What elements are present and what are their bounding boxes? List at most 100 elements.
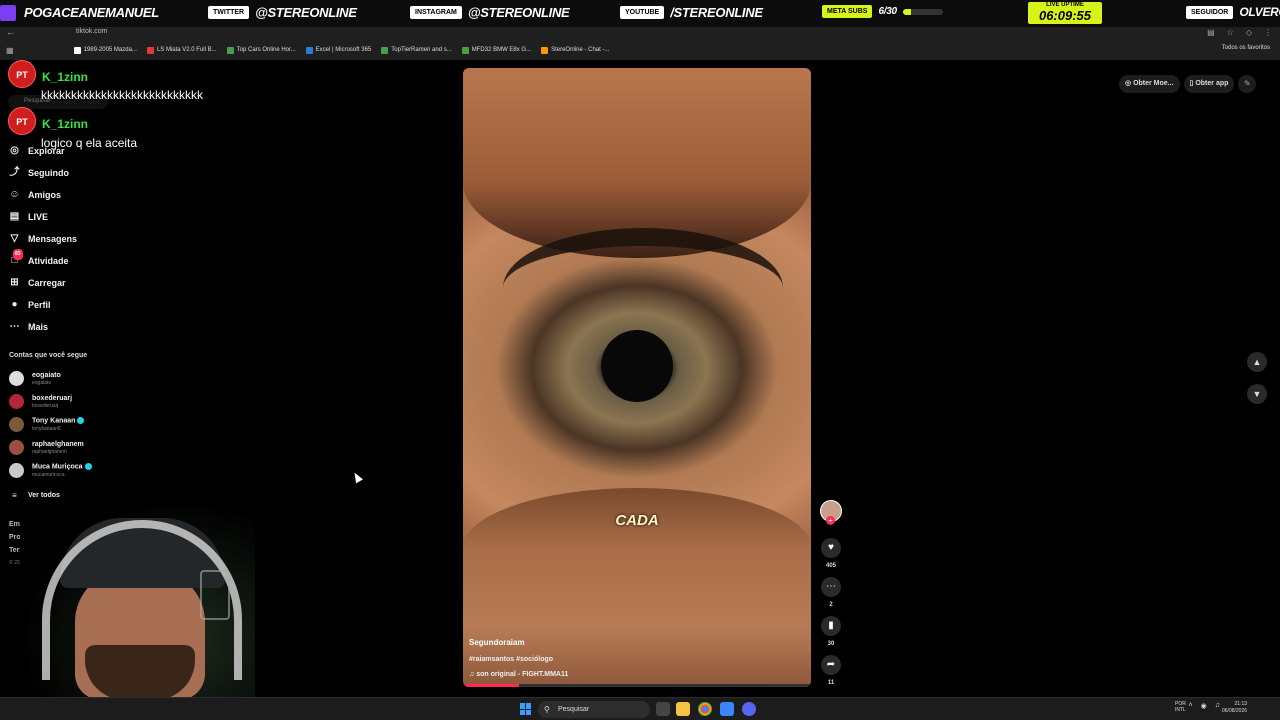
music-label: son original - FIGHT.MMA11	[476, 671, 569, 678]
nav-seguindo[interactable]: ⤴ Seguindo	[9, 167, 70, 178]
chevron-up-icon[interactable]: ˄	[1189, 702, 1193, 710]
heart-icon: ♥	[828, 542, 834, 553]
bookmark-item[interactable]: TopTierRamen and s...	[381, 46, 452, 54]
top-right-controls: ◎ Obter Moe... ▯ Obter app ✎	[1119, 75, 1257, 93]
video-caption: CADA	[615, 512, 659, 529]
share-button[interactable]: ➦	[821, 655, 841, 675]
youtube-tag: YOUTUBE	[620, 6, 665, 19]
nav-perfil[interactable]: ● Perfil	[9, 299, 51, 310]
task-view-icon[interactable]	[656, 702, 670, 716]
nav-mensagens[interactable]: ▽ Mensagens	[9, 233, 77, 244]
bookmark-label: 1989-2005 Mazda...	[83, 47, 137, 53]
comment-button[interactable]: ⋯	[821, 577, 841, 597]
upload-icon: ⊞	[10, 277, 19, 288]
get-coins-button[interactable]: ◎ Obter Moe...	[1119, 75, 1180, 93]
save-button[interactable]: ▮	[821, 616, 841, 636]
network-icon[interactable]: ◉	[1201, 702, 1207, 710]
video-frame-pupil	[601, 330, 673, 402]
video-author[interactable]: Segundoraiam	[469, 638, 525, 647]
chat-user-badge: PT	[8, 60, 36, 88]
file-explorer-icon[interactable]	[676, 702, 690, 716]
taskbar-clock[interactable]: 21:13 06/08/2026	[1222, 701, 1247, 715]
chevron-down-icon: ▼	[1252, 389, 1262, 399]
follow-plus-icon[interactable]: +	[826, 516, 835, 525]
previous-video-button[interactable]: ▲	[1247, 352, 1267, 372]
volume-icon[interactable]: ♫	[1215, 702, 1220, 710]
nav-atividade[interactable]: □ 83 Atividade	[9, 249, 69, 266]
bookmark-item[interactable]: StereOnline - Chat -...	[541, 46, 609, 54]
bookmark-item[interactable]: Top Cars Online Hor...	[226, 46, 296, 54]
bookmark-icon: ▮	[828, 620, 834, 631]
like-count: 405	[825, 563, 836, 569]
extensions-icon[interactable]: ◇	[1246, 28, 1252, 37]
video-hashtags[interactable]: #raiamsantos #sociólogo	[469, 656, 553, 663]
apps-grid-icon[interactable]: ▦	[6, 46, 14, 55]
music-note-icon: ♫	[469, 671, 475, 678]
account-handle: eogaiato	[32, 379, 52, 386]
video-player[interactable]: CADA Segundoraiam #raiamsantos #sociólog…	[463, 68, 811, 687]
back-icon[interactable]: ←	[6, 27, 15, 37]
account-name: boxederuarj	[32, 394, 73, 402]
followed-account[interactable]: Muca Muriçoca mucamuricoca	[9, 463, 92, 478]
address-bar-row: ← tiktok.com ▤ ☆ ◇ ⋮	[0, 27, 1280, 41]
instagram-handle-group: INSTAGRAM @STEREONLINE	[410, 5, 570, 20]
bookmark-item[interactable]: MFD32 BMW E8x G...	[461, 46, 531, 54]
translate-icon[interactable]: ▤	[1207, 28, 1215, 37]
store-icon[interactable]	[720, 702, 734, 716]
follower-group: SEGUIDOR OLVERCLO	[1186, 5, 1280, 19]
video-music[interactable]: ♫ son original - FIGHT.MMA11	[469, 671, 568, 678]
all-favorites-folder[interactable]: Todos os favoritos	[1222, 45, 1270, 51]
clock-time: 21:13	[1234, 701, 1248, 707]
bookmarks-bar: ▦ 1989-2005 Mazda... LS Miata V2.0 Full …	[0, 43, 1280, 57]
meta-subs-progress	[902, 8, 943, 15]
nav-carregar[interactable]: ⊞ Carregar	[9, 277, 66, 288]
nav-label: Perfil	[28, 299, 51, 310]
bookmark-item[interactable]: LS Miata V2.0 Full B...	[146, 46, 217, 54]
compass-icon: ◎	[10, 145, 19, 156]
nav-live[interactable]: ▤ LIVE	[9, 211, 48, 222]
browser-toolbar-icons: ▤ ☆ ◇ ⋮	[1207, 28, 1272, 37]
account-name: eogaiato	[32, 371, 61, 379]
bookmark-item[interactable]: 1989-2005 Mazda...	[73, 46, 137, 54]
uptime-value: 06:09:55	[1038, 8, 1092, 23]
get-app-button[interactable]: ▯ Obter app	[1183, 75, 1235, 93]
nav-label: Carregar	[28, 277, 66, 288]
taskbar-search[interactable]: ⚲ Pesquisar	[538, 701, 650, 718]
lang-bottom: INTL	[1175, 707, 1186, 713]
twitter-tag: TWITTER	[208, 6, 250, 19]
instagram-tag: INSTAGRAM	[410, 6, 462, 19]
next-video-button[interactable]: ▼	[1247, 384, 1267, 404]
chrome-icon[interactable]	[698, 702, 712, 716]
streamer-name: POGACEANEMANUEL	[24, 5, 159, 20]
like-button[interactable]: ♥	[821, 538, 841, 558]
avatar	[9, 463, 24, 478]
menu-dots-icon[interactable]: ⋮	[1264, 28, 1272, 37]
nav-mais[interactable]: ⋯ Mais	[9, 321, 49, 332]
nav-label: LIVE	[28, 211, 49, 222]
search-icon: ⚲	[544, 705, 550, 714]
windows-taskbar: ⚲ Pesquisar ˄ ◉ ♫ POR INTL 21:13 06/08/2026	[0, 697, 1280, 720]
account-handle: mucamuricoca	[32, 471, 65, 478]
chat-user-badge: PT	[8, 107, 36, 135]
language-indicator[interactable]: POR INTL	[1175, 701, 1186, 713]
live-uptime: LIVE UPTIME 06:09:55	[1028, 2, 1102, 24]
bookmark-item[interactable]: Excel | Microsoft 365	[305, 46, 371, 54]
followed-account[interactable]: boxederuarj boxederuarj	[9, 394, 72, 409]
followed-account[interactable]: raphaelghanem raphaelghanem	[9, 440, 84, 455]
video-progress-bar[interactable]	[463, 684, 811, 687]
followed-account[interactable]: eogaiato eogaiato	[9, 371, 61, 386]
pen-icon[interactable]: ✎	[1238, 75, 1257, 93]
nav-amigos[interactable]: ☺ Amigos	[9, 189, 61, 200]
windows-start-icon[interactable]	[520, 703, 532, 715]
share-count: 11	[827, 680, 835, 686]
followed-account[interactable]: Tony Kanaan tonykanaan6	[9, 417, 85, 432]
discord-icon[interactable]	[742, 702, 756, 716]
address-bar[interactable]: tiktok.com	[76, 28, 108, 35]
taskbar-search-label: Pesquisar	[558, 706, 590, 713]
video-progress-fill	[463, 684, 519, 687]
bookmark-star-icon[interactable]: ☆	[1227, 28, 1234, 37]
streamer-name-text: POGACEANEMANUEL	[24, 5, 159, 20]
friends-icon: ☺	[9, 189, 20, 200]
messages-icon: ▽	[10, 233, 19, 244]
coin-icon: ◎	[1125, 80, 1132, 87]
